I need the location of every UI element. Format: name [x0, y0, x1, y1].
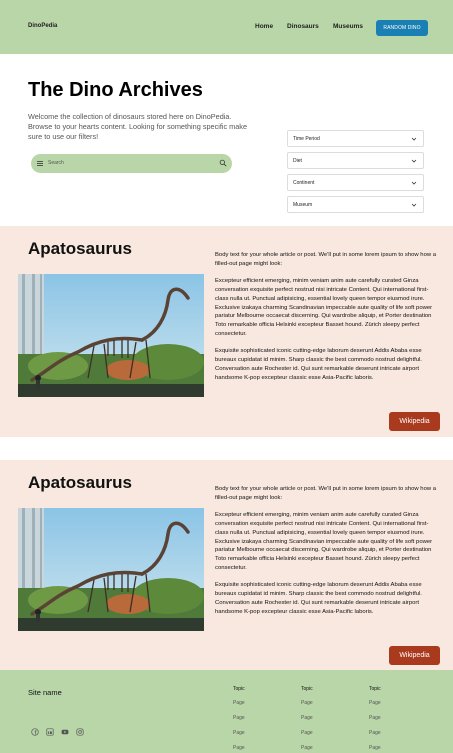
- page-title: The Dino Archives: [28, 79, 203, 101]
- footer-link[interactable]: Page: [233, 745, 245, 751]
- page-description: Welcome the collection of dinosaurs stor…: [28, 112, 248, 141]
- article-paragraph: Exquisite sophisticated iconic cutting-e…: [215, 348, 422, 381]
- dino-article-card: Apatosaurus Body text for your whole art…: [0, 226, 453, 437]
- dino-skeleton-image: [18, 508, 204, 631]
- footer-link[interactable]: Page: [369, 745, 381, 751]
- footer-link[interactable]: Page: [301, 700, 313, 706]
- random-dino-button[interactable]: RANDOM DINO: [376, 20, 428, 36]
- top-navigation: DinoPedia Home Dinosaurs Museums RANDOM …: [0, 0, 453, 54]
- chevron-down-icon: [411, 181, 417, 185]
- chevron-down-icon: [411, 159, 417, 163]
- search-icon[interactable]: [219, 159, 227, 167]
- filter-time-period[interactable]: Time Period: [287, 130, 424, 147]
- filter-label: Museum: [293, 202, 313, 208]
- facebook-icon[interactable]: [31, 728, 39, 736]
- footer-link[interactable]: Page: [301, 715, 313, 721]
- footer-link[interactable]: Page: [301, 745, 313, 751]
- youtube-icon[interactable]: [61, 728, 69, 736]
- article-paragraph: Excepteur efficient emerging, minim veni…: [215, 512, 433, 571]
- wikipedia-button[interactable]: Wikipedia: [389, 412, 440, 431]
- footer-topic: Topic: [233, 686, 245, 692]
- footer-link[interactable]: Page: [369, 700, 381, 706]
- dino-article-card: Apatosaurus Body text for your whole art…: [0, 460, 453, 671]
- footer-column: Topic Page Page Page Page: [301, 686, 313, 753]
- wikipedia-button[interactable]: Wikipedia: [389, 646, 440, 665]
- chevron-down-icon: [411, 137, 417, 141]
- linkedin-icon[interactable]: [46, 728, 54, 736]
- filter-museum[interactable]: Museum: [287, 196, 424, 213]
- search-bar[interactable]: Search: [31, 154, 232, 173]
- dino-skeleton-image: [18, 274, 204, 397]
- filter-diet[interactable]: Diet: [287, 152, 424, 169]
- footer-link[interactable]: Page: [301, 730, 313, 736]
- footer-column: Topic Page Page Page Page: [233, 686, 245, 753]
- nav-link-home[interactable]: Home: [255, 23, 273, 30]
- footer-link[interactable]: Page: [233, 715, 245, 721]
- article-paragraph: Exquisite sophisticated iconic cutting-e…: [215, 582, 422, 615]
- filter-label: Time Period: [293, 136, 320, 142]
- nav-link-museums[interactable]: Museums: [333, 23, 363, 30]
- nav-link-dinosaurs[interactable]: Dinosaurs: [287, 23, 319, 30]
- menu-icon[interactable]: [37, 160, 43, 167]
- article-body: Body text for your whole article or post…: [215, 251, 438, 391]
- chevron-down-icon: [411, 203, 417, 207]
- article-title: Apatosaurus: [28, 473, 132, 492]
- site-footer: Site name Topic Page Page Page Page Topi…: [0, 670, 453, 753]
- filter-label: Diet: [293, 158, 302, 164]
- footer-topic: Topic: [301, 686, 313, 692]
- instagram-icon[interactable]: [76, 728, 84, 736]
- search-input[interactable]: Search: [48, 160, 64, 166]
- footer-site-name: Site name: [28, 688, 62, 697]
- article-paragraph: Excepteur efficient emerging, minim veni…: [215, 278, 433, 337]
- filter-continent[interactable]: Continent: [287, 174, 424, 191]
- article-title: Apatosaurus: [28, 239, 132, 258]
- article-body: Body text for your whole article or post…: [215, 485, 438, 625]
- brand-logo[interactable]: DinoPedia: [28, 23, 57, 29]
- footer-link[interactable]: Page: [369, 715, 381, 721]
- article-paragraph: Body text for your whole article or post…: [215, 486, 437, 501]
- footer-link[interactable]: Page: [233, 700, 245, 706]
- footer-topic: Topic: [369, 686, 381, 692]
- footer-column: Topic Page Page Page Page: [369, 686, 381, 753]
- filter-label: Continent: [293, 180, 315, 186]
- article-paragraph: Body text for your whole article or post…: [215, 252, 437, 267]
- footer-link[interactable]: Page: [233, 730, 245, 736]
- footer-link[interactable]: Page: [369, 730, 381, 736]
